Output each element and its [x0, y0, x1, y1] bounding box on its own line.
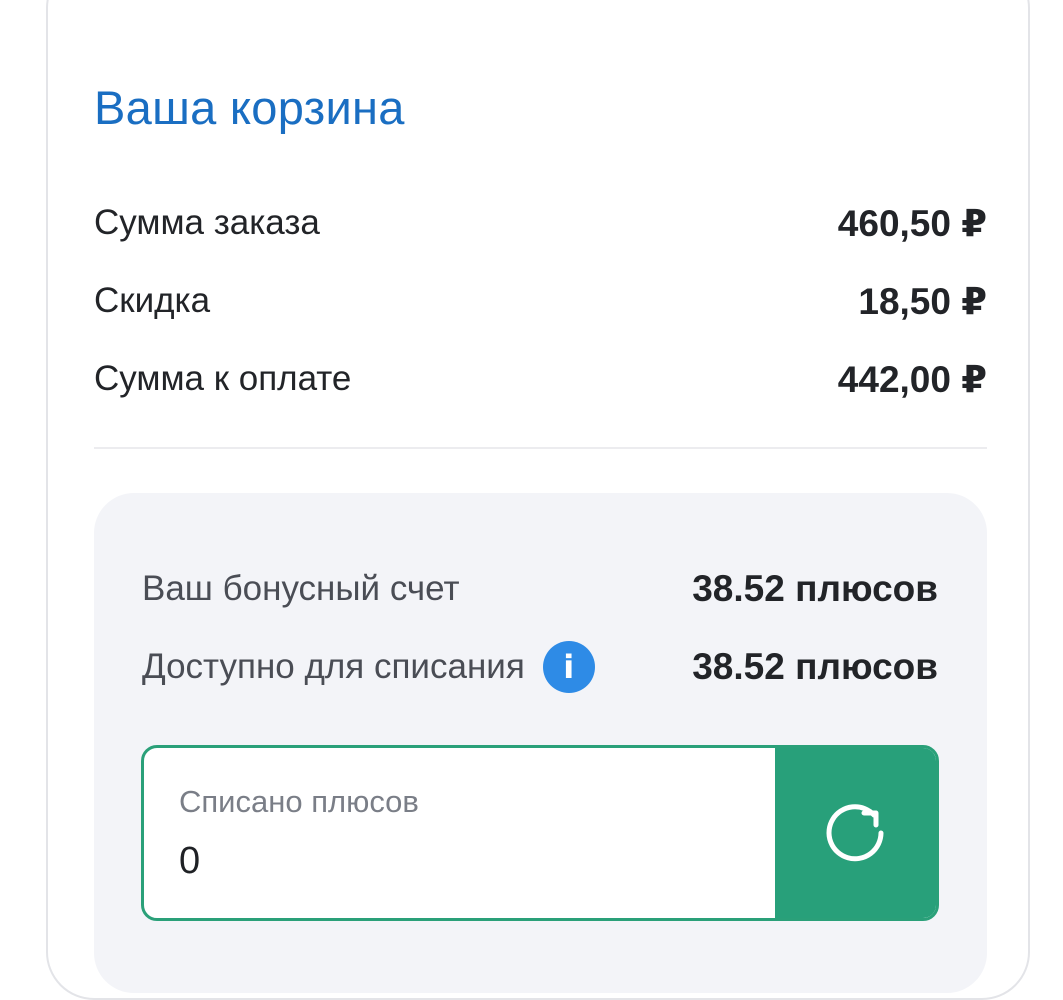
refresh-button[interactable] [775, 748, 936, 918]
to-pay-label: Сумма к оплате [94, 359, 352, 398]
order-sum-label: Сумма заказа [94, 203, 320, 242]
discount-label: Скидка [94, 281, 211, 320]
divider [94, 447, 987, 449]
bonus-account-row: Ваш бонусный счет 38.52 плюсов [142, 564, 938, 614]
bonus-available-row: Доступно для списания i 38.52 плюсов [142, 641, 938, 693]
order-sum-row: Сумма заказа 460,50 ₽ [94, 198, 987, 248]
bonus-available-label-group: Доступно для списания i [142, 641, 595, 693]
bonus-spend-field: Списано плюсов [141, 745, 939, 921]
discount-value: 18,50 ₽ [858, 280, 987, 322]
bonus-spend-label: Списано плюсов [179, 784, 419, 819]
bonus-account-label: Ваш бонусный счет [142, 569, 460, 608]
bonus-available-value: 38.52 плюсов [692, 646, 938, 687]
bonus-spend-input[interactable] [179, 840, 739, 883]
refresh-icon [826, 804, 883, 862]
info-icon[interactable]: i [542, 641, 595, 693]
bonus-available-label: Доступно для списания [142, 647, 525, 686]
to-pay-value: 442,00 ₽ [837, 358, 987, 400]
order-sum-value: 460,50 ₽ [837, 202, 987, 244]
bonus-account-value: 38.52 плюсов [692, 568, 938, 609]
cart-title: Ваша корзина [94, 81, 405, 134]
to-pay-row: Сумма к оплате 442,00 ₽ [94, 354, 987, 404]
discount-row: Скидка 18,50 ₽ [94, 276, 987, 326]
